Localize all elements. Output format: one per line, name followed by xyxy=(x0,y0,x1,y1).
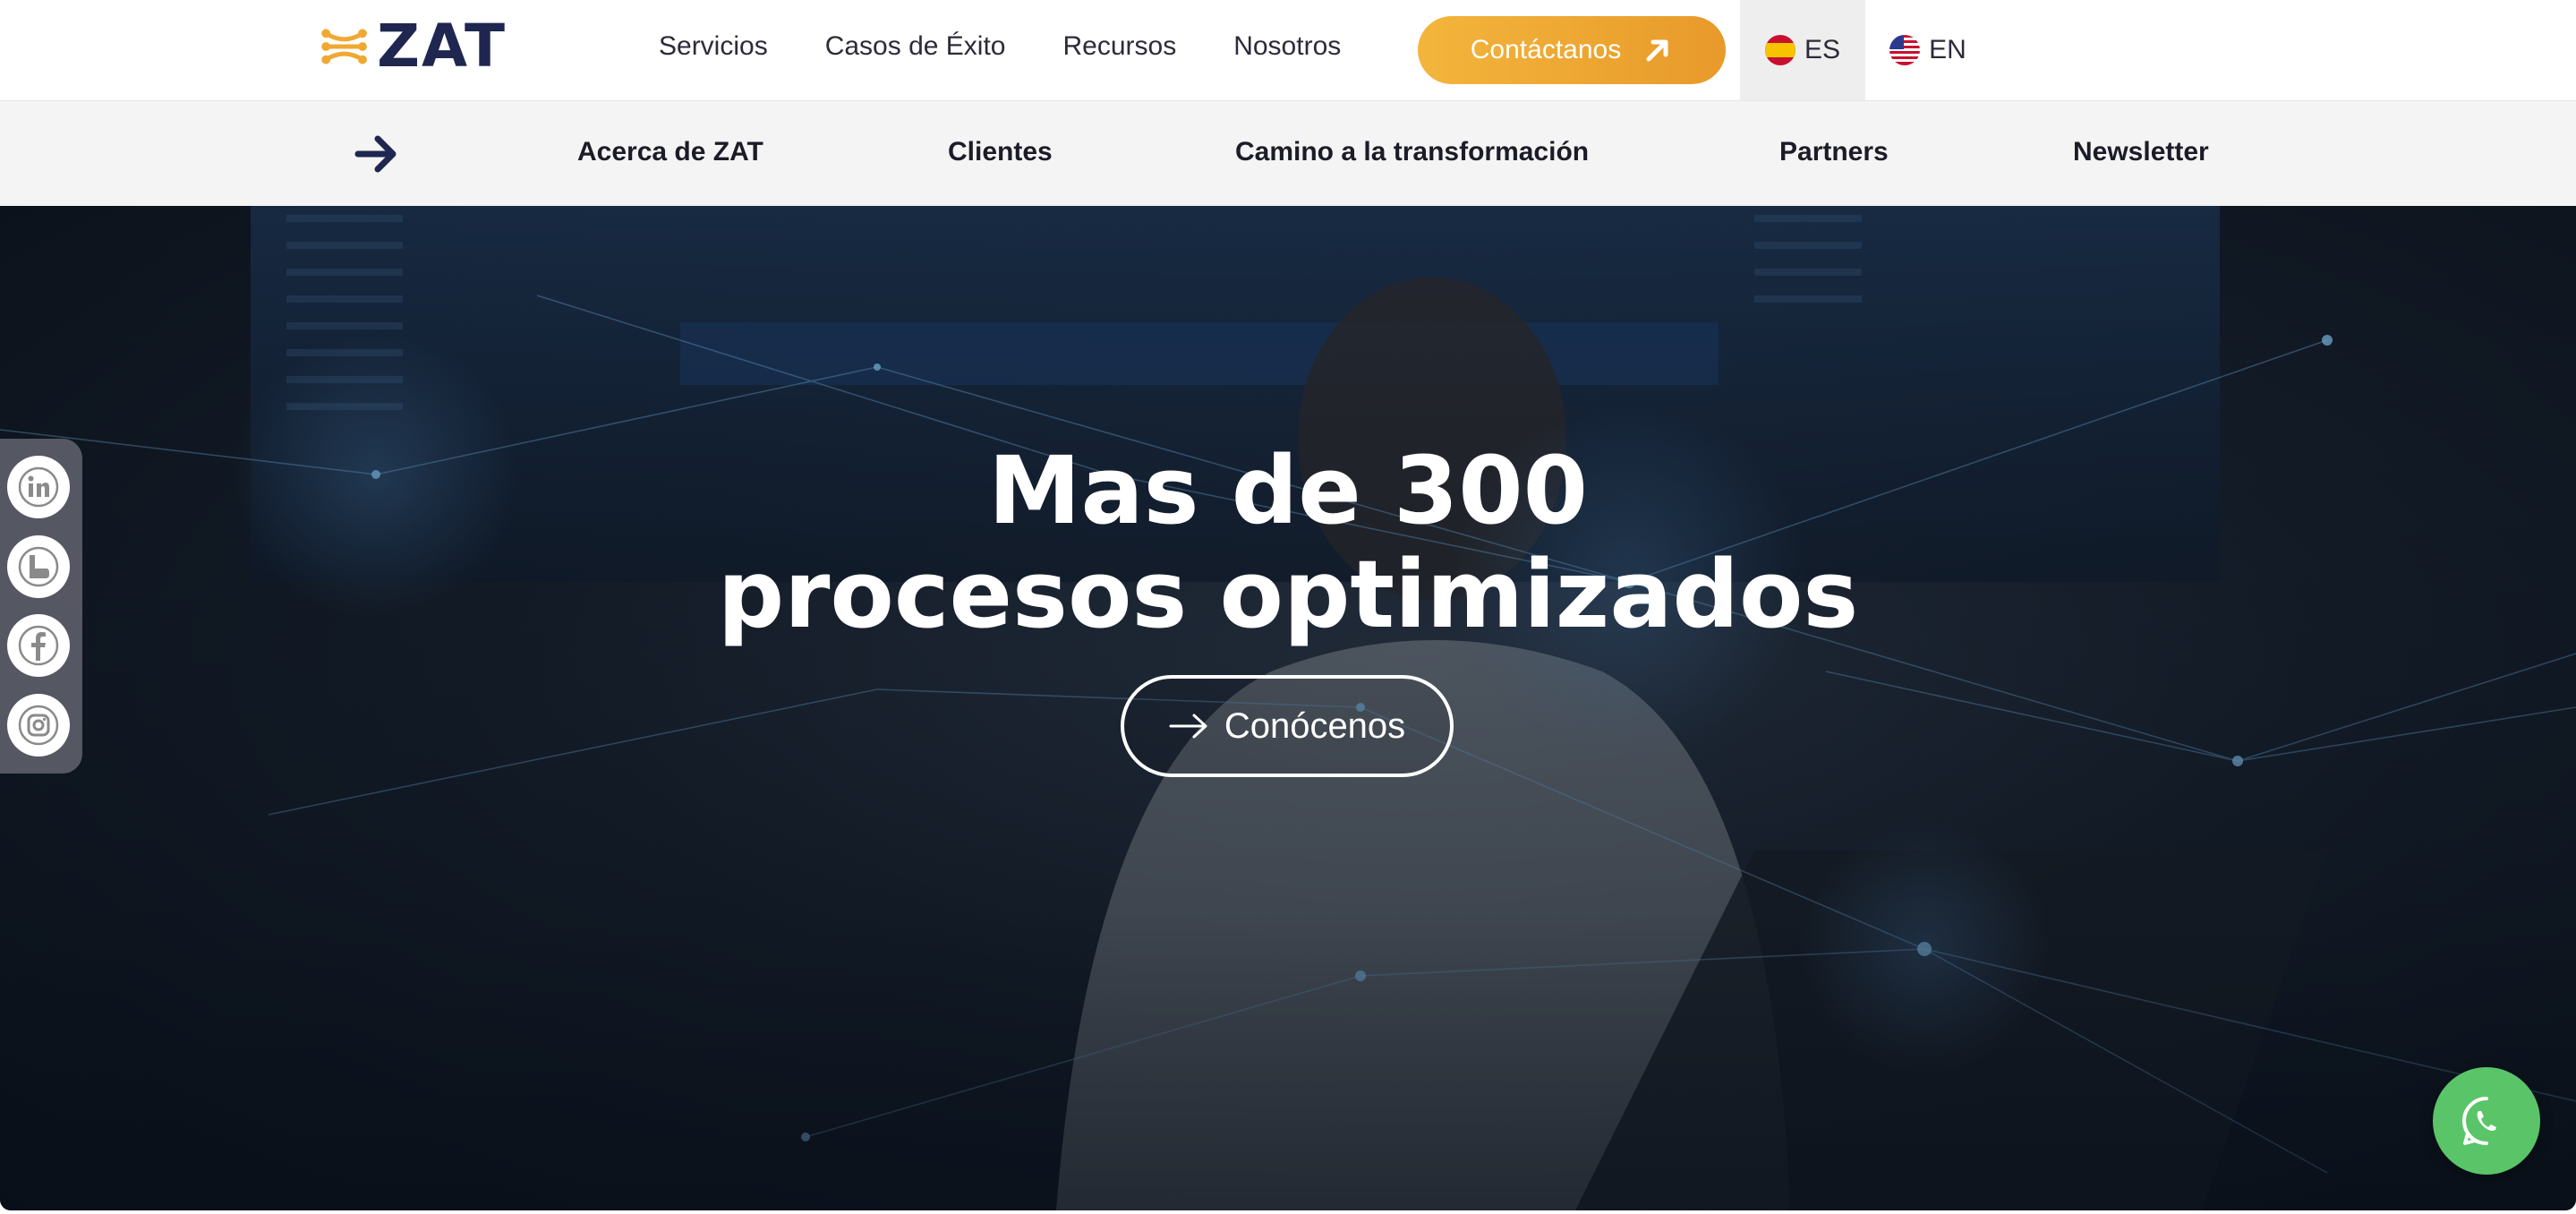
facebook-icon xyxy=(18,626,59,666)
nav-link-servicios[interactable]: Servicios xyxy=(659,31,768,62)
social-sidebar xyxy=(0,439,82,774)
subnav-clientes[interactable]: Clientes xyxy=(948,137,1053,167)
linkedin-icon xyxy=(18,466,59,508)
language-es[interactable]: ES xyxy=(1740,0,1865,100)
instagram-link[interactable] xyxy=(7,694,70,757)
linkedin-link[interactable] xyxy=(7,455,70,518)
conocenos-button-label: Conócenos xyxy=(1224,705,1406,746)
behance-icon xyxy=(18,546,59,586)
subnav-partners[interactable]: Partners xyxy=(1779,137,1889,167)
hero-title-line-1: Mas de 300 xyxy=(987,436,1589,545)
conocenos-button[interactable]: Conócenos xyxy=(1121,675,1454,777)
language-en[interactable]: EN xyxy=(1865,0,1991,100)
whatsapp-icon xyxy=(2462,1097,2496,1145)
hero-title: Mas de 300 procesos optimizados xyxy=(0,439,2576,646)
spain-flag-icon xyxy=(1764,35,1796,65)
arrow-right-icon[interactable] xyxy=(354,133,399,175)
whatsapp-button[interactable] xyxy=(2433,1067,2540,1175)
facebook-link[interactable] xyxy=(7,614,70,678)
main-nav: Servicios Casos de Éxito Recursos Nosotr… xyxy=(659,0,1398,93)
subnav-acerca-de-zat[interactable]: Acerca de ZAT xyxy=(577,137,763,167)
language-es-label: ES xyxy=(1804,35,1841,64)
nav-link-casos-de-exito[interactable]: Casos de Éxito xyxy=(825,31,1006,62)
zat-logo[interactable]: ZAT xyxy=(319,12,507,81)
zat-logo-mark-icon xyxy=(321,29,367,64)
arrow-up-right-icon xyxy=(1646,39,1668,62)
nav-link-recursos[interactable]: Recursos xyxy=(1062,31,1176,62)
hero-title-line-2: procesos optimizados xyxy=(717,540,1859,649)
hero-section: Mas de 300 procesos optimizados Conóceno… xyxy=(0,206,2576,1210)
arrow-right-icon xyxy=(1169,714,1207,739)
language-en-label: EN xyxy=(1929,35,1966,64)
contact-button[interactable]: Contáctanos xyxy=(1418,16,1726,84)
logo-wordmark: ZAT xyxy=(377,12,507,81)
secondary-nav: Acerca de ZAT Clientes Camino a la trans… xyxy=(0,100,2576,206)
subnav-newsletter[interactable]: Newsletter xyxy=(2073,137,2209,167)
instagram-icon xyxy=(18,705,59,746)
contact-button-label: Contáctanos xyxy=(1470,35,1622,64)
nav-link-nosotros[interactable]: Nosotros xyxy=(1233,31,1341,62)
subnav-camino-a-la-transformacion[interactable]: Camino a la transformación xyxy=(1235,137,1589,167)
top-navbar: ZAT Servicios Casos de Éxito Recursos No… xyxy=(0,0,2576,100)
behance-link[interactable] xyxy=(7,534,70,598)
usa-flag-icon xyxy=(1889,35,1921,65)
